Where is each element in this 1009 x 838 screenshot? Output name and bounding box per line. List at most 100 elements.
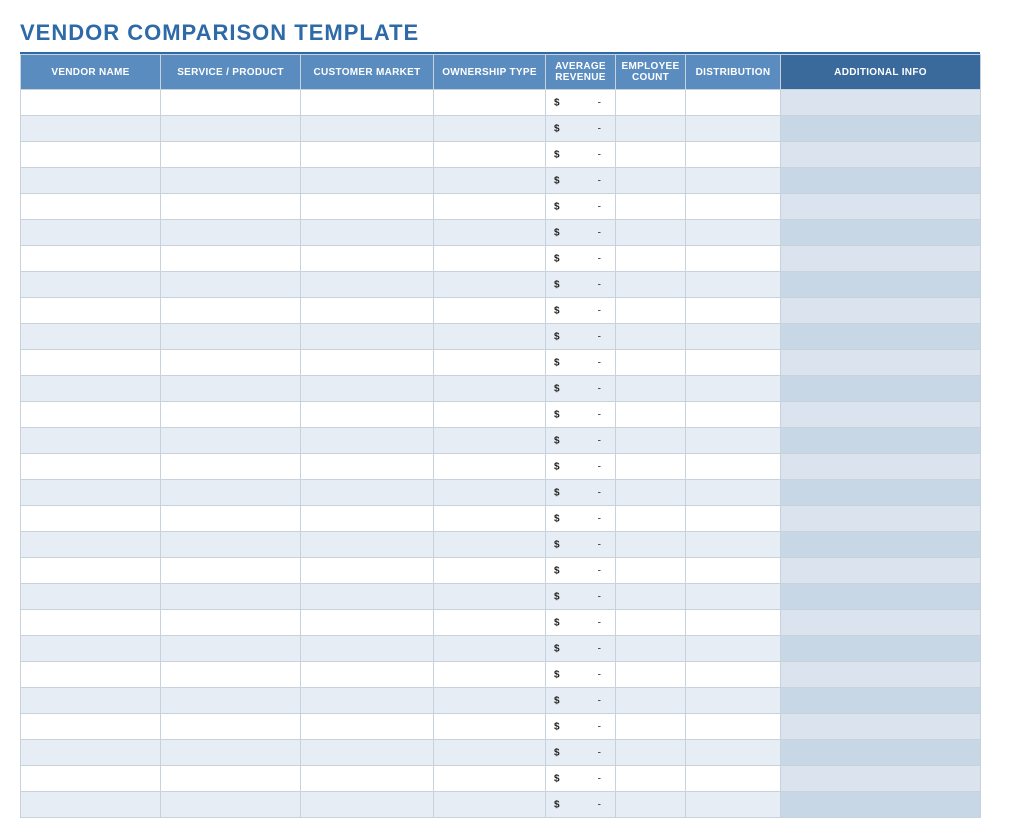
cell-average-revenue[interactable]: $- bbox=[546, 480, 616, 506]
cell[interactable] bbox=[616, 688, 686, 714]
cell[interactable] bbox=[686, 168, 781, 194]
cell[interactable] bbox=[161, 324, 301, 350]
cell[interactable] bbox=[301, 272, 434, 298]
cell-average-revenue[interactable]: $- bbox=[546, 714, 616, 740]
cell[interactable] bbox=[434, 636, 546, 662]
cell[interactable] bbox=[301, 90, 434, 116]
cell[interactable] bbox=[616, 376, 686, 402]
cell[interactable] bbox=[301, 636, 434, 662]
cell[interactable] bbox=[434, 168, 546, 194]
cell[interactable] bbox=[686, 116, 781, 142]
cell-average-revenue[interactable]: $- bbox=[546, 454, 616, 480]
cell-additional-info[interactable] bbox=[781, 376, 981, 402]
cell[interactable] bbox=[434, 506, 546, 532]
cell[interactable] bbox=[686, 766, 781, 792]
cell[interactable] bbox=[434, 350, 546, 376]
cell[interactable] bbox=[686, 454, 781, 480]
cell[interactable] bbox=[301, 350, 434, 376]
cell[interactable] bbox=[301, 584, 434, 610]
cell[interactable] bbox=[161, 272, 301, 298]
cell[interactable] bbox=[301, 480, 434, 506]
cell[interactable] bbox=[21, 142, 161, 168]
cell[interactable] bbox=[686, 688, 781, 714]
cell[interactable] bbox=[21, 272, 161, 298]
cell[interactable] bbox=[434, 402, 546, 428]
cell[interactable] bbox=[21, 90, 161, 116]
cell-average-revenue[interactable]: $- bbox=[546, 610, 616, 636]
cell[interactable] bbox=[434, 662, 546, 688]
cell[interactable] bbox=[686, 740, 781, 766]
cell[interactable] bbox=[301, 220, 434, 246]
cell-additional-info[interactable] bbox=[781, 116, 981, 142]
cell[interactable] bbox=[21, 610, 161, 636]
cell[interactable] bbox=[161, 246, 301, 272]
cell[interactable] bbox=[686, 220, 781, 246]
cell[interactable] bbox=[616, 428, 686, 454]
cell[interactable] bbox=[161, 584, 301, 610]
cell-average-revenue[interactable]: $- bbox=[546, 584, 616, 610]
cell-additional-info[interactable] bbox=[781, 532, 981, 558]
cell[interactable] bbox=[434, 480, 546, 506]
cell-additional-info[interactable] bbox=[781, 142, 981, 168]
cell-average-revenue[interactable]: $- bbox=[546, 246, 616, 272]
cell-additional-info[interactable] bbox=[781, 480, 981, 506]
cell[interactable] bbox=[434, 272, 546, 298]
cell[interactable] bbox=[686, 324, 781, 350]
cell[interactable] bbox=[161, 558, 301, 584]
cell-average-revenue[interactable]: $- bbox=[546, 272, 616, 298]
cell-average-revenue[interactable]: $- bbox=[546, 662, 616, 688]
cell-average-revenue[interactable]: $- bbox=[546, 688, 616, 714]
cell-additional-info[interactable] bbox=[781, 246, 981, 272]
cell[interactable] bbox=[21, 402, 161, 428]
cell[interactable] bbox=[686, 532, 781, 558]
cell[interactable] bbox=[616, 350, 686, 376]
cell-additional-info[interactable] bbox=[781, 194, 981, 220]
cell[interactable] bbox=[161, 116, 301, 142]
cell-additional-info[interactable] bbox=[781, 220, 981, 246]
cell[interactable] bbox=[21, 324, 161, 350]
cell[interactable] bbox=[301, 376, 434, 402]
cell[interactable] bbox=[21, 584, 161, 610]
cell-additional-info[interactable] bbox=[781, 324, 981, 350]
cell[interactable] bbox=[616, 220, 686, 246]
cell[interactable] bbox=[161, 168, 301, 194]
cell[interactable] bbox=[616, 766, 686, 792]
cell[interactable] bbox=[21, 116, 161, 142]
cell[interactable] bbox=[434, 116, 546, 142]
cell-additional-info[interactable] bbox=[781, 168, 981, 194]
cell[interactable] bbox=[686, 714, 781, 740]
cell-additional-info[interactable] bbox=[781, 688, 981, 714]
cell[interactable] bbox=[21, 558, 161, 584]
cell-additional-info[interactable] bbox=[781, 506, 981, 532]
cell[interactable] bbox=[161, 662, 301, 688]
cell[interactable] bbox=[686, 636, 781, 662]
cell[interactable] bbox=[301, 142, 434, 168]
cell[interactable] bbox=[21, 298, 161, 324]
cell[interactable] bbox=[301, 766, 434, 792]
cell[interactable] bbox=[161, 350, 301, 376]
cell[interactable] bbox=[161, 194, 301, 220]
cell[interactable] bbox=[434, 324, 546, 350]
cell[interactable] bbox=[686, 610, 781, 636]
cell-average-revenue[interactable]: $- bbox=[546, 376, 616, 402]
cell[interactable] bbox=[21, 662, 161, 688]
cell[interactable] bbox=[686, 142, 781, 168]
cell[interactable] bbox=[686, 558, 781, 584]
cell[interactable] bbox=[301, 558, 434, 584]
cell[interactable] bbox=[686, 506, 781, 532]
cell[interactable] bbox=[686, 662, 781, 688]
cell-average-revenue[interactable]: $- bbox=[546, 90, 616, 116]
cell-additional-info[interactable] bbox=[781, 714, 981, 740]
cell-average-revenue[interactable]: $- bbox=[546, 168, 616, 194]
cell[interactable] bbox=[616, 636, 686, 662]
cell-additional-info[interactable] bbox=[781, 90, 981, 116]
cell[interactable] bbox=[434, 714, 546, 740]
cell[interactable] bbox=[616, 168, 686, 194]
cell[interactable] bbox=[616, 90, 686, 116]
cell[interactable] bbox=[434, 142, 546, 168]
cell[interactable] bbox=[616, 506, 686, 532]
cell[interactable] bbox=[21, 740, 161, 766]
cell[interactable] bbox=[434, 584, 546, 610]
cell[interactable] bbox=[161, 688, 301, 714]
cell[interactable] bbox=[301, 246, 434, 272]
